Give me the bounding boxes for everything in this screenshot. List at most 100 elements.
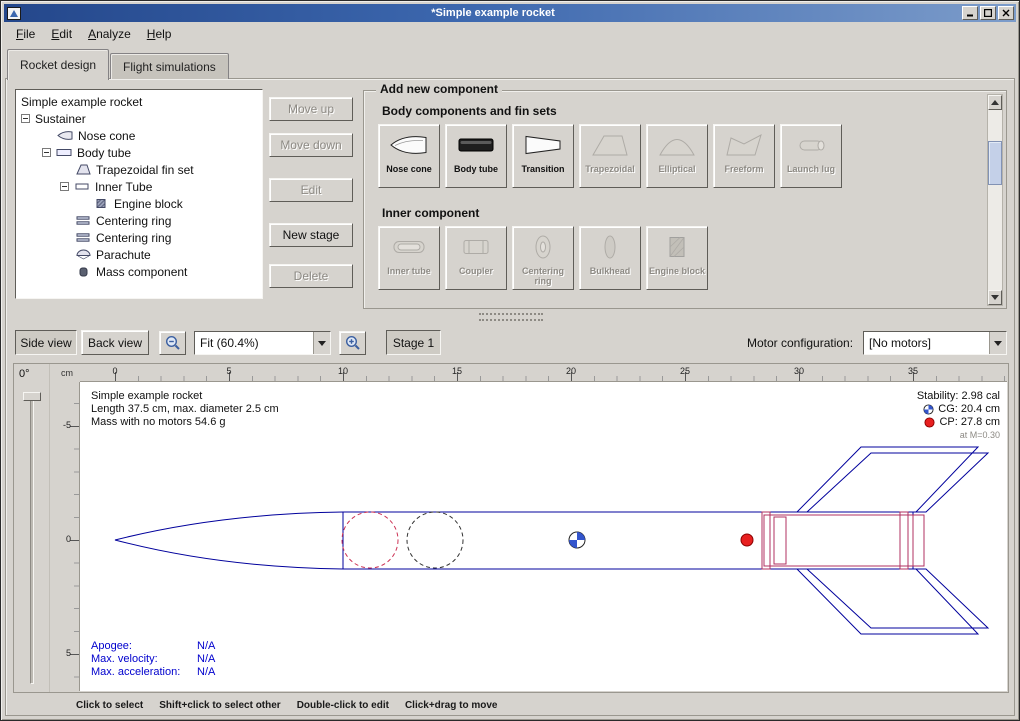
- menu-file[interactable]: File: [9, 25, 42, 43]
- rocket-drawing-area[interactable]: Simple example rocket Length 37.5 cm, ma…: [80, 382, 1007, 691]
- tree-item-nose-cone[interactable]: Nose cone: [16, 127, 262, 144]
- title-bar[interactable]: *Simple example rocket: [4, 4, 1016, 22]
- side-view-button[interactable]: Side view: [15, 330, 77, 355]
- maximize-button[interactable]: [980, 6, 996, 20]
- arrow-down-icon: [991, 295, 999, 300]
- rotation-slider-track[interactable]: [30, 396, 34, 684]
- cp-marker: [741, 534, 753, 546]
- zoom-level-select[interactable]: Fit (60.4%): [194, 331, 331, 355]
- tree-item-fin-set[interactable]: Trapezoidal fin set: [16, 161, 262, 178]
- edit-button[interactable]: Edit: [269, 178, 353, 202]
- maximize-icon: [984, 9, 992, 17]
- add-coupler-button[interactable]: Coupler: [445, 226, 507, 290]
- delete-button[interactable]: Delete: [269, 264, 353, 288]
- rocket-name: Simple example rocket: [91, 390, 279, 403]
- inner-tube-icon: [74, 181, 90, 192]
- cg-value: CG: 20.4 cm: [938, 403, 1000, 416]
- scroll-down-button[interactable]: [988, 290, 1002, 305]
- tree-item-body-tube[interactable]: Body tube: [16, 144, 262, 161]
- collapse-icon[interactable]: [60, 182, 69, 191]
- mach-condition: at M=0.30: [917, 429, 1000, 442]
- add-inner-tube-button[interactable]: Inner tube: [378, 226, 440, 290]
- chevron-down-icon[interactable]: [313, 332, 330, 354]
- rocket-mass: Mass with no motors 54.6 g: [91, 416, 279, 429]
- scrollbar-thumb[interactable]: [988, 141, 1002, 185]
- hint-double-click: Double-click to edit: [297, 700, 389, 714]
- apogee-value: N/A: [197, 640, 215, 653]
- add-freeform-fin-button[interactable]: Freeform: [713, 124, 775, 188]
- body-tube-icon: [56, 147, 72, 158]
- tree-item-rocket[interactable]: Simple example rocket: [16, 93, 262, 110]
- motor-configuration-select[interactable]: [No motors]: [863, 331, 1007, 355]
- collapse-icon[interactable]: [21, 114, 30, 123]
- add-body-tube-button[interactable]: Body tube: [445, 124, 507, 188]
- add-elliptical-fin-button[interactable]: Elliptical: [646, 124, 708, 188]
- collapse-icon[interactable]: [42, 148, 51, 157]
- horizontal-ruler: 0 5 10 15 20 25 30 35: [80, 364, 1007, 382]
- minimize-button[interactable]: [962, 6, 978, 20]
- menu-edit[interactable]: Edit: [44, 25, 79, 43]
- rotation-slider-handle[interactable]: [23, 392, 41, 401]
- hint-click-drag: Click+drag to move: [405, 700, 498, 714]
- mass-component-icon: [75, 266, 91, 277]
- component-scrollbar[interactable]: [987, 94, 1003, 306]
- inner-component-label: Inner component: [382, 206, 479, 220]
- menu-analyze[interactable]: Analyze: [81, 25, 138, 43]
- back-view-button[interactable]: Back view: [81, 330, 149, 355]
- app-window: *Simple example rocket File Edit Analyze…: [0, 0, 1020, 721]
- body-tube-icon: [456, 132, 496, 158]
- move-down-button[interactable]: Move down: [269, 133, 353, 157]
- velocity-value: N/A: [197, 653, 215, 666]
- tree-item-centering-ring[interactable]: Centering ring: [16, 212, 262, 229]
- cp-icon: [924, 417, 935, 428]
- new-stage-button[interactable]: New stage: [269, 223, 353, 247]
- tree-item-centering-ring[interactable]: Centering ring: [16, 229, 262, 246]
- centering-ring-icon: [523, 234, 563, 260]
- vertical-ruler: -5 0 5: [51, 382, 80, 691]
- tree-item-inner-tube[interactable]: Inner Tube: [16, 178, 262, 195]
- cg-marker: [569, 532, 585, 548]
- add-engine-block-button[interactable]: Engine block: [646, 226, 708, 290]
- group-title: Add new component: [376, 82, 502, 96]
- hint-shift-click: Shift+click to select other: [159, 700, 280, 714]
- nose-cone-icon: [389, 132, 429, 158]
- flight-data: Apogee:N/A Max. velocity:N/A Max. accele…: [91, 640, 215, 679]
- rotation-angle: 0°: [19, 368, 30, 380]
- rotation-control: 0°: [14, 364, 50, 692]
- component-tree[interactable]: Simple example rocket Sustainer Nose con…: [15, 89, 263, 299]
- menu-bar: File Edit Analyze Help: [5, 23, 1015, 45]
- add-centering-ring-button[interactable]: Centering ring: [512, 226, 574, 290]
- motor-configuration-label: Motor configuration:: [747, 336, 853, 350]
- chevron-down-icon[interactable]: [989, 332, 1006, 354]
- add-trapezoidal-fin-button[interactable]: Trapezoidal: [579, 124, 641, 188]
- nose-cone-icon: [57, 130, 73, 141]
- stability-info: Stability: 2.98 cal CG: 20.4 cm CP: 27.8…: [917, 390, 1000, 442]
- arrow-up-icon: [991, 100, 999, 105]
- stage-1-toggle[interactable]: Stage 1: [386, 330, 441, 355]
- tree-item-mass-component[interactable]: Mass component: [16, 263, 262, 280]
- fin-set-icon: [75, 164, 91, 175]
- tab-rocket-design[interactable]: Rocket design: [7, 49, 109, 80]
- move-up-button[interactable]: Move up: [269, 97, 353, 121]
- cp-value: CP: 27.8 cm: [939, 416, 1000, 429]
- menu-help[interactable]: Help: [140, 25, 179, 43]
- split-pane-divider[interactable]: [479, 313, 543, 325]
- tree-item-engine-block[interactable]: Engine block: [16, 195, 262, 212]
- close-button[interactable]: [998, 6, 1014, 20]
- ruler-unit: cm: [51, 364, 80, 382]
- add-launch-lug-button[interactable]: Launch lug: [780, 124, 842, 188]
- tab-strip: Rocket design Flight simulations: [7, 47, 230, 79]
- zoom-in-button[interactable]: [339, 331, 366, 355]
- zoom-out-button[interactable]: [159, 331, 186, 355]
- rocket-canvas: 0° cm 0 5 10 15 20 25 30 35 -5 0 5: [13, 363, 1009, 693]
- scroll-up-button[interactable]: [988, 95, 1002, 110]
- tab-flight-simulations[interactable]: Flight simulations: [110, 53, 229, 79]
- add-bulkhead-button[interactable]: Bulkhead: [579, 226, 641, 290]
- transition-icon: [523, 132, 563, 158]
- window-title: *Simple example rocket: [24, 4, 962, 22]
- add-transition-button[interactable]: Transition: [512, 124, 574, 188]
- tree-item-sustainer[interactable]: Sustainer: [16, 110, 262, 127]
- tree-item-parachute[interactable]: Parachute: [16, 246, 262, 263]
- rocket-dimensions: Length 37.5 cm, max. diameter 2.5 cm: [91, 403, 279, 416]
- add-nose-cone-button[interactable]: Nose cone: [378, 124, 440, 188]
